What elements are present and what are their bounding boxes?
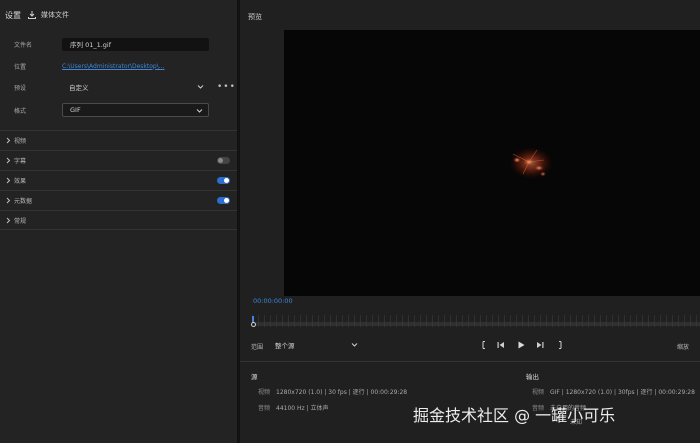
settings-title: 设置 xyxy=(5,10,21,20)
preset-select[interactable]: 自定义 xyxy=(62,80,209,94)
preview-title: 预览 xyxy=(248,13,262,21)
timecode: 00:00:00:00 xyxy=(253,297,293,305)
filename-row: 文件名 序列 01_1.gif xyxy=(0,35,237,53)
export-settings-panel: 设置 媒体文件 文件名 序列 01_1.gif 位置 C:\Users\Admi… xyxy=(0,0,237,443)
step-forward-icon[interactable] xyxy=(535,340,545,350)
output-video-row: 视频 GIF | 1280x720 (1.0) | 30fps | 逐行 | 00… xyxy=(532,387,695,396)
chevron-right-icon xyxy=(6,197,11,206)
section-label: 元数据 xyxy=(14,198,33,205)
format-label: 格式 xyxy=(14,107,27,115)
source-title: 源 xyxy=(251,373,258,381)
watermark-text: 掘金技术社区 @ 一罐小可乐 xyxy=(413,406,616,425)
metadata-toggle[interactable] xyxy=(217,197,230,204)
media-file-label: 媒体文件 xyxy=(41,11,69,19)
format-value: GIF xyxy=(70,106,81,114)
in-point-handle[interactable] xyxy=(251,322,256,327)
captions-toggle[interactable] xyxy=(217,157,230,164)
chevron-right-icon xyxy=(6,137,11,146)
source-video-value: 1280x720 (1.0) | 30 fps | 逐行 | 00:00:29:… xyxy=(276,389,408,396)
video-preview xyxy=(284,30,700,296)
set-out-point-icon[interactable] xyxy=(555,340,565,350)
section-label: 字幕 xyxy=(14,158,27,165)
timeline-scrubber[interactable] xyxy=(251,315,700,327)
play-icon[interactable] xyxy=(516,340,526,350)
filename-input[interactable]: 序列 01_1.gif xyxy=(62,37,209,51)
source-audio-value: 44100 Hz | 立体声 xyxy=(276,405,329,412)
output-video-value: GIF | 1280x720 (1.0) | 30fps | 逐行 | 00:0… xyxy=(550,389,695,396)
effects-toggle[interactable] xyxy=(217,177,230,184)
location-label: 位置 xyxy=(14,63,27,71)
range-select[interactable]: 整个源 xyxy=(270,338,362,352)
step-back-icon[interactable] xyxy=(496,340,506,350)
section-video[interactable]: 视频 xyxy=(0,130,237,150)
format-select[interactable]: GIF xyxy=(62,103,209,117)
chevron-right-icon xyxy=(6,157,11,166)
settings-header: 设置 媒体文件 xyxy=(0,0,237,30)
chevron-down-icon xyxy=(197,83,204,92)
timeline-ticks xyxy=(252,315,700,327)
source-audio-label: 音频 xyxy=(258,405,271,412)
range-value: 整个源 xyxy=(275,342,295,350)
location-link[interactable]: C:\Users\Administrator\Desktop\... xyxy=(62,63,164,70)
location-row: 位置 C:\Users\Administrator\Desktop\... xyxy=(0,57,237,75)
section-general[interactable]: 常规 xyxy=(0,210,237,230)
preview-panel: 预览 00:00:00:00 范围 整个源 缩放 源 视频 1280x720 (… xyxy=(240,0,700,443)
section-captions[interactable]: 字幕 xyxy=(0,150,237,170)
section-effects[interactable]: 效果 xyxy=(0,170,237,190)
chevron-right-icon xyxy=(6,177,11,186)
sparkle-frame xyxy=(509,148,553,179)
section-metadata[interactable]: 元数据 xyxy=(0,190,237,210)
section-label: 常规 xyxy=(14,217,27,225)
info-divider xyxy=(240,361,700,362)
export-icon[interactable] xyxy=(27,10,37,20)
preset-value: 自定义 xyxy=(69,84,89,92)
section-label: 视频 xyxy=(14,138,27,145)
chevron-down-icon xyxy=(351,341,358,350)
range-label: 范围 xyxy=(251,344,264,351)
section-label: 效果 xyxy=(14,178,27,185)
playback-controls: 范围 整个源 缩放 xyxy=(240,337,700,355)
zoom-label[interactable]: 缩放 xyxy=(677,342,689,351)
filename-label: 文件名 xyxy=(14,41,33,49)
source-video-row: 视频 1280x720 (1.0) | 30 fps | 逐行 | 00:00:2… xyxy=(258,387,407,396)
more-options-button[interactable]: ••• xyxy=(217,82,236,92)
chevron-right-icon xyxy=(6,217,11,226)
preset-row: 预设 自定义 ••• xyxy=(0,78,237,96)
source-video-label: 视频 xyxy=(258,389,271,396)
output-title: 输出 xyxy=(526,373,539,381)
set-in-point-icon[interactable] xyxy=(479,340,489,350)
preset-label: 预设 xyxy=(14,84,27,92)
format-row: 格式 GIF xyxy=(0,101,237,119)
output-video-label: 视频 xyxy=(532,389,545,396)
chevron-down-icon xyxy=(196,107,203,116)
source-audio-row: 音频 44100 Hz | 立体声 xyxy=(258,403,329,412)
